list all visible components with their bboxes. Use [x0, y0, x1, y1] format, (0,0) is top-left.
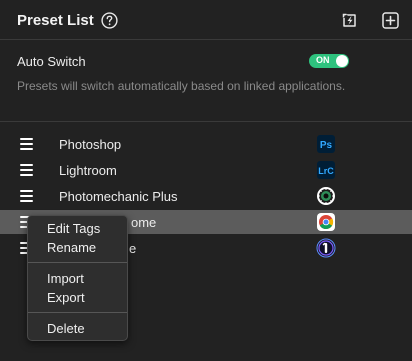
lightning-switch-icon[interactable]	[340, 11, 359, 30]
menu-separator	[28, 262, 127, 263]
photomechanic-icon	[317, 187, 335, 205]
preset-name: Lightroom	[59, 163, 117, 178]
menu-item-rename[interactable]: Rename	[28, 239, 127, 257]
preset-row-photoshop[interactable]: Photoshop Ps	[0, 132, 412, 156]
menu-item-delete[interactable]: Delete	[28, 320, 127, 338]
drag-handle-icon[interactable]	[20, 138, 33, 150]
photoshop-icon: Ps	[317, 135, 335, 153]
drag-handle-icon[interactable]	[20, 190, 33, 202]
auto-switch-description: Presets will switch automatically based …	[17, 79, 346, 93]
preset-row-lightroom[interactable]: Lightroom LrC	[0, 158, 412, 182]
preset-name: ome	[131, 215, 157, 230]
page-title: Preset List	[17, 12, 94, 29]
1password-icon	[316, 238, 336, 258]
auto-switch-label: Auto Switch	[17, 54, 86, 69]
drag-handle-icon[interactable]	[20, 164, 33, 176]
preset-row-photomechanic[interactable]: Photomechanic Plus	[0, 184, 412, 208]
svg-text:Ps: Ps	[320, 140, 333, 151]
header: Preset List	[0, 0, 412, 40]
menu-item-edit-tags[interactable]: Edit Tags	[28, 220, 127, 238]
toggle-state-text: ON	[316, 55, 330, 65]
add-square-icon[interactable]	[381, 11, 400, 30]
auto-switch-toggle[interactable]: ON	[309, 54, 349, 68]
section-divider	[0, 121, 412, 122]
context-menu: Edit Tags Rename Import Export Delete	[27, 215, 128, 341]
lightroom-classic-icon: LrC	[317, 161, 335, 179]
menu-item-export[interactable]: Export	[28, 289, 127, 307]
chrome-icon	[317, 213, 335, 231]
help-circle-icon[interactable]	[101, 12, 118, 29]
preset-name: Photoshop	[59, 137, 122, 152]
menu-item-import[interactable]: Import	[28, 270, 127, 288]
preset-name: e	[129, 241, 137, 256]
menu-separator	[28, 312, 127, 313]
preset-name: Photomechanic Plus	[59, 189, 178, 204]
toggle-knob	[336, 55, 348, 67]
svg-text:LrC: LrC	[318, 166, 334, 176]
